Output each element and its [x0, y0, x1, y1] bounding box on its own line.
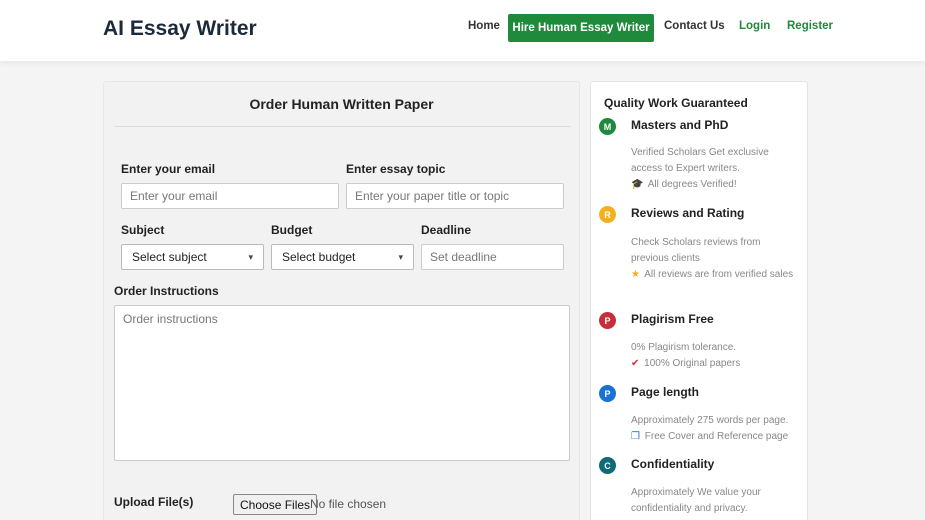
nav-home-link[interactable]: Home	[468, 20, 500, 32]
quality-sidebar: Quality Work Guaranteed M Masters and Ph…	[590, 81, 808, 520]
budget-select[interactable]: Select budget ▾	[271, 244, 414, 270]
copy-icon: ❐	[631, 431, 640, 442]
feature-title: Confidentiality	[631, 457, 715, 471]
feature-extra-text: All degrees Verified!	[647, 179, 737, 190]
instructions-label: Order Instructions	[114, 284, 219, 298]
feature-badge-m: M	[599, 118, 616, 135]
check-circle-icon: ✔	[631, 358, 640, 369]
order-form-card: Order Human Written Paper Enter your ema…	[103, 81, 580, 520]
hire-writer-button[interactable]: Hire Human Essay Writer	[508, 14, 654, 42]
divider	[114, 126, 571, 127]
feature-extra-text: All reviews are from verified sales	[644, 269, 794, 280]
form-title: Order Human Written Paper	[249, 96, 434, 112]
email-input[interactable]	[121, 183, 339, 209]
feature-description: Approximately We value your confidential…	[631, 485, 801, 517]
budget-select-value: Select budget	[282, 250, 356, 264]
feature-badge-p: P	[599, 312, 616, 329]
star-icon: ★	[631, 269, 640, 280]
deadline-input[interactable]	[421, 244, 564, 270]
feature-description: Approximately 275 words per page. ❐ Free…	[631, 413, 801, 445]
instructions-textarea[interactable]	[114, 305, 570, 461]
choose-files-button[interactable]: Choose Files	[233, 494, 318, 515]
feature-desc-text: Approximately 275 words per page.	[631, 415, 789, 426]
feature-description: 0% Plagirism tolerance. ✔ 100% Original …	[631, 340, 801, 372]
feature-badge-c: C	[599, 457, 616, 474]
feature-desc-text: 0% Plagirism tolerance.	[631, 342, 737, 353]
nav-contact-link[interactable]: Contact Us	[664, 20, 725, 32]
sidebar-title: Quality Work Guaranteed	[604, 96, 748, 110]
feature-title: Masters and PhD	[631, 118, 729, 132]
subject-select[interactable]: Select subject ▾	[121, 244, 264, 270]
feature-extra-text: 100% Original papers	[644, 358, 741, 369]
graduation-cap-icon: 🎓	[631, 179, 644, 190]
top-navbar: AI Essay Writer Home Hire Human Essay Wr…	[0, 0, 925, 61]
feature-desc-text: Approximately We value your confidential…	[631, 487, 761, 514]
feature-description: Check Scholars reviews from previous cli…	[631, 235, 801, 283]
subject-select-value: Select subject	[132, 250, 207, 264]
feature-title: Plagirism Free	[631, 312, 714, 326]
nav-login-link[interactable]: Login	[739, 20, 770, 32]
feature-extra-text: Free Cover and Reference page	[644, 431, 789, 442]
feature-desc-text: Check Scholars reviews from previous cli…	[631, 237, 761, 264]
feature-badge-p: P	[599, 385, 616, 402]
budget-label: Budget	[271, 223, 313, 237]
chevron-down-icon: ▾	[248, 251, 253, 262]
subject-label: Subject	[121, 223, 165, 237]
feature-description: Verified Scholars Get exclusive access t…	[631, 145, 801, 193]
upload-label: Upload File(s)	[114, 495, 194, 509]
deadline-label: Deadline	[421, 223, 472, 237]
brand-logo-text[interactable]: AI Essay Writer	[103, 17, 257, 41]
feature-title: Page length	[631, 385, 700, 399]
feature-title: Reviews and Rating	[631, 206, 745, 220]
feature-desc-text: Verified Scholars Get exclusive access t…	[631, 147, 769, 174]
file-status-text: No file chosen	[310, 497, 387, 511]
email-label: Enter your email	[121, 162, 216, 176]
topic-input[interactable]	[346, 183, 564, 209]
nav-register-link[interactable]: Register	[787, 20, 833, 32]
chevron-down-icon: ▾	[398, 251, 403, 262]
topic-label: Enter essay topic	[346, 162, 446, 176]
feature-badge-r: R	[599, 206, 616, 223]
